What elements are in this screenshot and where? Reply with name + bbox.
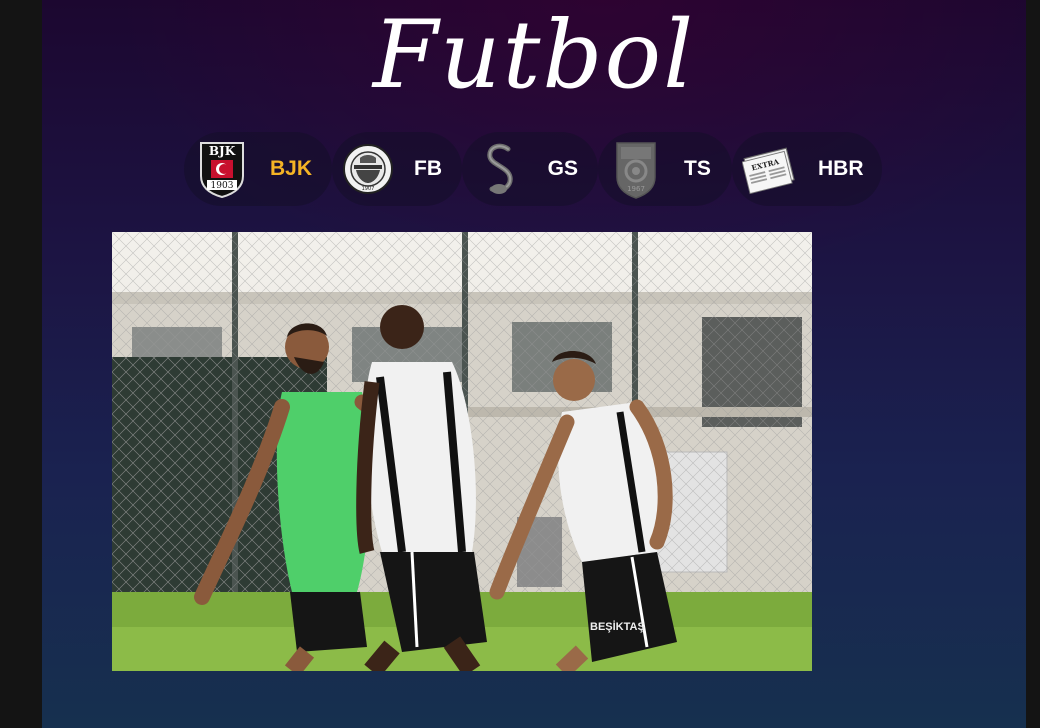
besiktas-crest-icon: BJK 1903 (194, 140, 250, 198)
tab-label-bjk: BJK (269, 157, 312, 180)
ts-crest-year: 1967 (627, 185, 645, 193)
tab-bjk[interactable]: BJK 1903 BJK (184, 132, 332, 206)
bjk-crest-letters: BJK (209, 144, 236, 158)
tab-label-gs: GS (547, 157, 578, 180)
tab-label-fb: FB (414, 157, 442, 180)
fenerbahce-crest-icon: 1907 (342, 140, 394, 198)
tab-hbr[interactable]: EXTRA HBR (732, 132, 882, 206)
tab-gs[interactable]: GS (462, 132, 598, 206)
bjk-crest-year: 1903 (211, 181, 234, 191)
kit-sponsor-text: BEŞİKTAŞ (590, 620, 645, 633)
tab-label-ts: TS (684, 157, 711, 180)
trabzonspor-crest-icon: 1967 (608, 140, 664, 199)
team-tabs: BJK 1903 BJK 1907 FB GS 1967 TS EXTRA HB… (184, 132, 882, 206)
galatasaray-crest-icon (472, 140, 528, 198)
fb-crest-year: 1907 (362, 186, 375, 192)
page: Futbol BJK 1903 BJK 1907 FB GS 1967 TS E… (42, 0, 1026, 728)
right-edge (1026, 0, 1040, 728)
tab-ts[interactable]: 1967 TS (598, 132, 732, 206)
newspaper-icon: EXTRA (742, 140, 798, 198)
news-photo[interactable]: BEŞİKTAŞ (112, 232, 812, 671)
page-title: Futbol (372, 1, 696, 110)
tab-fb[interactable]: 1907 FB (332, 132, 462, 206)
tab-label-hbr: HBR (818, 157, 864, 180)
